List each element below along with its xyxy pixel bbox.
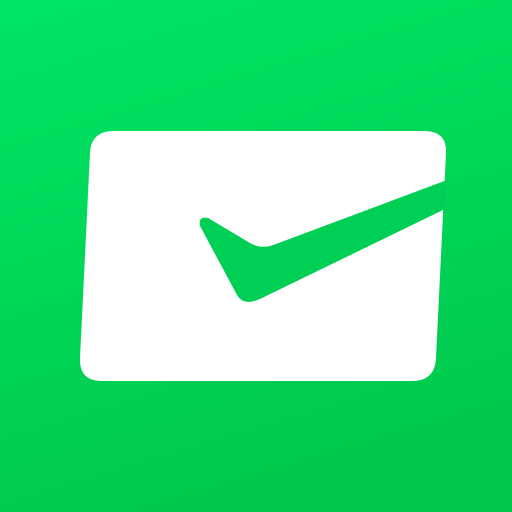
check-envelope-icon [0, 0, 512, 512]
app-icon[interactable] [0, 0, 512, 512]
